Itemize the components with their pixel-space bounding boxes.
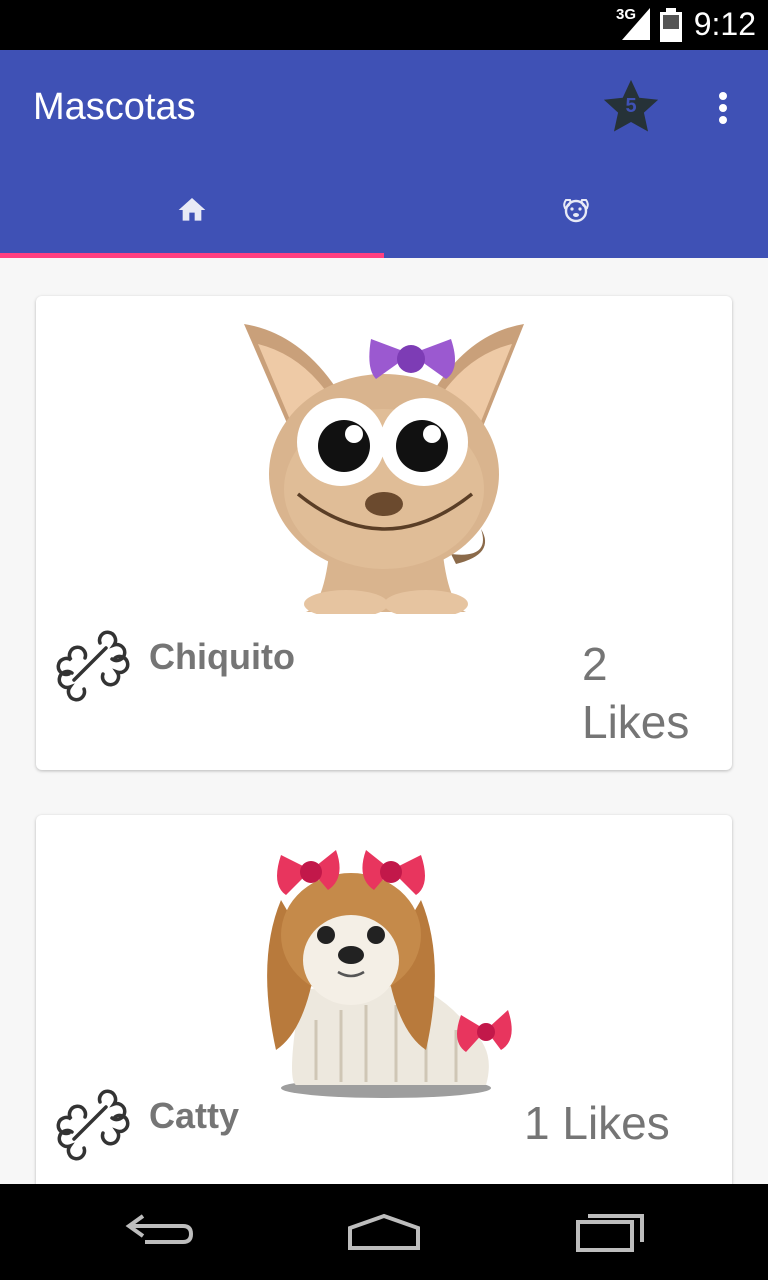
signal-icon [622, 8, 650, 40]
likes-count: 2 Likes [582, 638, 690, 748]
app-bar: Mascotas 5 [0, 50, 768, 258]
system-nav-bar [0, 1184, 768, 1280]
spaniel-image [267, 850, 512, 1098]
recents-icon[interactable] [574, 1206, 646, 1256]
app-title: Mascotas [33, 86, 196, 128]
bone-icon[interactable] [52, 1085, 132, 1165]
dog-face-icon [563, 199, 589, 223]
tab-indicator [0, 253, 384, 258]
pet-name: Chiquito [149, 636, 295, 677]
tab-pets[interactable] [384, 178, 768, 258]
back-icon[interactable] [125, 1206, 195, 1256]
battery-icon [660, 8, 682, 42]
bone-icon[interactable] [52, 626, 132, 706]
rating-badge: 5 [625, 95, 637, 117]
chihuahua-image [244, 324, 524, 614]
status-bar: 3G 9:12 [0, 0, 768, 50]
home-nav-icon[interactable] [346, 1206, 422, 1256]
tab-home[interactable] [0, 178, 384, 258]
likes-count: 1 Likes [524, 1097, 670, 1149]
pet-card[interactable]: Chiquito 2 Likes [36, 296, 732, 770]
pet-card[interactable]: Catty 1 Likes [36, 815, 732, 1235]
pet-name: Catty [149, 1095, 240, 1136]
more-vert-icon[interactable] [708, 88, 738, 128]
home-icon [178, 198, 206, 221]
clock: 9:12 [693, 6, 756, 42]
